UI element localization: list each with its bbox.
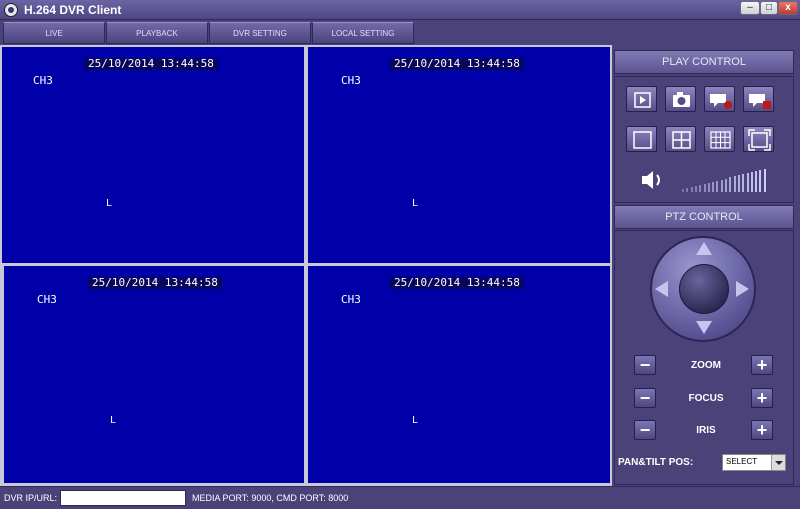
tab-live[interactable]: LIVE — [3, 22, 105, 44]
channel-label: CH3 — [33, 74, 53, 87]
video-tile-3[interactable]: 25/10/2014 13:44:58 CH3 L — [4, 266, 304, 483]
zoom-in-button[interactable]: + — [751, 355, 773, 375]
volume-bar-segment — [742, 174, 745, 192]
play-icon — [634, 92, 651, 108]
timestamp: 25/10/2014 13:44:58 — [390, 58, 524, 70]
snapshot-button[interactable] — [665, 86, 696, 112]
video-tile-2[interactable]: 25/10/2014 13:44:58 CH3 L — [308, 47, 610, 263]
volume-bar-segment — [694, 185, 697, 192]
minimize-button[interactable]: – — [740, 1, 760, 15]
volume-bar-segment — [729, 177, 732, 192]
ptz-joystick-center[interactable] — [679, 264, 729, 314]
volume-bar-segment — [707, 182, 710, 192]
pan-tilt-pos-label: PAN&TILT POS: — [618, 457, 694, 468]
status-marker: L — [412, 198, 419, 209]
play-button[interactable] — [626, 86, 657, 112]
volume-bar-segment — [746, 173, 749, 192]
volume-bar-segment — [737, 175, 740, 192]
volume-bar-segment — [725, 178, 727, 192]
volume-bar-segment — [703, 183, 706, 192]
channel-label: CH3 — [37, 293, 57, 306]
volume-bar-segment — [720, 179, 723, 192]
record-stop-icon — [749, 94, 771, 109]
volume-bar-segment — [682, 189, 684, 192]
channel-label: CH3 — [341, 293, 361, 306]
volume-bar-segment — [716, 180, 719, 192]
record-stop-button[interactable] — [743, 86, 774, 112]
iris-open-button[interactable]: + — [751, 420, 773, 440]
volume-bar-segment — [733, 176, 736, 192]
quad-view-icon — [672, 131, 691, 149]
volume-bar-segment — [763, 169, 766, 192]
status-marker: L — [412, 415, 419, 426]
menu-bar: LIVE PLAYBACK DVR SETTING LOCAL SETTING — [0, 20, 612, 45]
iris-label: IRIS — [696, 425, 716, 436]
record-button[interactable] — [704, 86, 735, 112]
pan-right-arrow-icon[interactable] — [736, 281, 749, 297]
close-button[interactable]: x — [778, 1, 798, 15]
ip-label: DVR IP/URL: — [4, 493, 58, 503]
focus-label: FOCUS — [688, 393, 724, 404]
status-marker: L — [110, 415, 117, 426]
zoom-label: ZOOM — [691, 360, 721, 371]
volume-bar-segment — [759, 170, 762, 192]
volume-bar-segment — [755, 171, 758, 192]
dvr-ip-input[interactable] — [60, 490, 186, 506]
tab-dvr-setting[interactable]: DVR SETTING — [209, 22, 311, 44]
maximize-button[interactable]: □ — [760, 1, 778, 15]
snapshot-camera-icon — [673, 92, 690, 107]
video-grid: 25/10/2014 13:44:58 CH3 L 25/10/2014 13:… — [0, 45, 612, 486]
timestamp: 25/10/2014 13:44:58 — [88, 277, 222, 289]
volume-slider[interactable] — [682, 168, 768, 192]
tab-local-setting[interactable]: LOCAL SETTING — [312, 22, 414, 44]
channel-label: CH3 — [341, 74, 361, 87]
single-view-icon — [633, 131, 652, 149]
volume-bar-segment — [750, 172, 753, 192]
window-title: H.264 DVR Client — [24, 3, 122, 17]
fullscreen-icon — [748, 129, 771, 151]
timestamp: 25/10/2014 13:44:58 — [84, 58, 218, 70]
tab-playback[interactable]: PLAYBACK — [106, 22, 208, 44]
zoom-out-button[interactable]: − — [634, 355, 656, 375]
nine-view-button[interactable] — [704, 126, 735, 152]
chevron-down-icon[interactable] — [771, 455, 785, 470]
focus-far-button[interactable]: + — [751, 388, 773, 408]
title-bar: H.264 DVR Client – □ x — [0, 0, 800, 20]
tilt-down-arrow-icon[interactable] — [696, 321, 712, 334]
ptz-control-header: PTZ CONTROL — [614, 205, 794, 229]
volume-bar-segment — [712, 181, 715, 192]
pan-tilt-pos-select[interactable]: SELECT — [722, 454, 786, 471]
tilt-up-arrow-icon[interactable] — [696, 242, 712, 255]
video-tile-1[interactable]: 25/10/2014 13:44:58 CH3 L — [2, 47, 304, 263]
quad-view-button[interactable] — [665, 126, 696, 152]
record-icon — [710, 94, 732, 109]
status-marker: L — [106, 198, 113, 209]
iris-close-button[interactable]: − — [634, 420, 656, 440]
port-info: MEDIA PORT: 9000, CMD PORT: 8000 — [192, 493, 349, 503]
timestamp: 25/10/2014 13:44:58 — [390, 277, 524, 289]
nine-view-icon — [710, 131, 731, 149]
speaker-icon[interactable] — [640, 169, 666, 191]
single-view-button[interactable] — [626, 126, 657, 152]
volume-bar-segment — [686, 187, 689, 192]
pan-tilt-pos-value: SELECT — [726, 457, 758, 466]
status-bar: DVR IP/URL: MEDIA PORT: 9000, CMD PORT: … — [0, 486, 800, 509]
volume-bar-segment — [690, 186, 693, 192]
focus-near-button[interactable]: − — [634, 388, 656, 408]
app-logo-icon — [4, 3, 18, 17]
volume-bar-segment — [699, 184, 702, 192]
video-tile-4[interactable]: 25/10/2014 13:44:58 CH3 L — [308, 266, 610, 483]
fullscreen-button[interactable] — [743, 126, 774, 152]
play-control-header: PLAY CONTROL — [614, 50, 794, 74]
pan-left-arrow-icon[interactable] — [655, 281, 668, 297]
